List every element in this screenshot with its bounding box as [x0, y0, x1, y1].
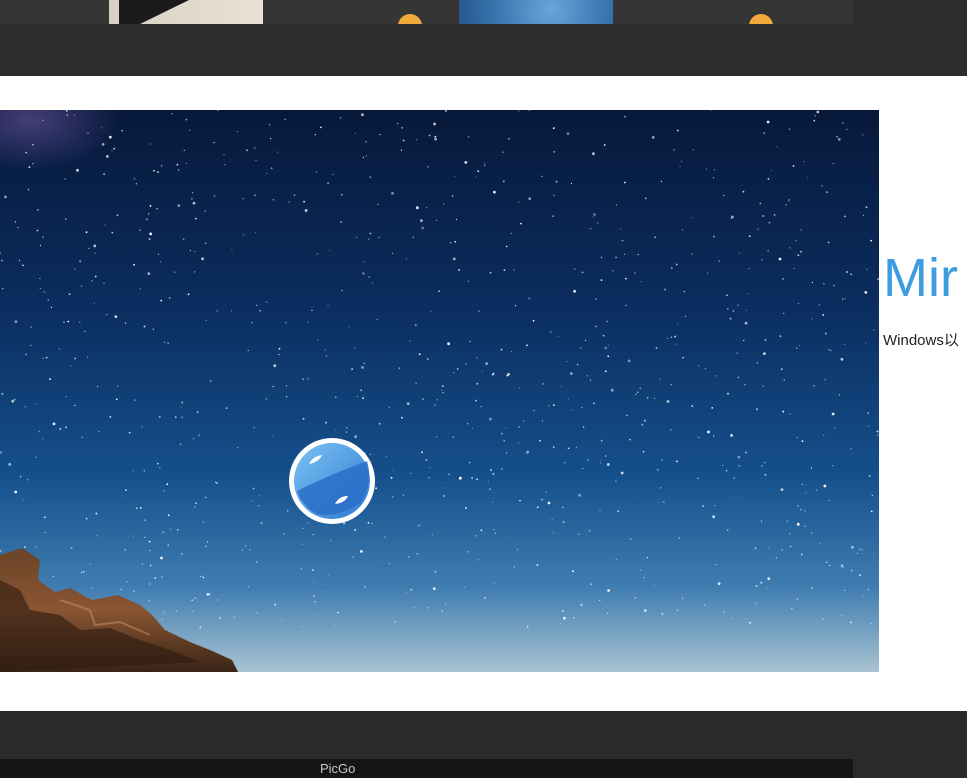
thumbnail-1[interactable]	[109, 0, 263, 24]
window-title-bar[interactable]: PicGo	[0, 759, 853, 778]
orange-bubble-icon	[398, 14, 422, 24]
picgo-planet-icon[interactable]	[287, 436, 377, 526]
hero-description: Windows以	[883, 332, 959, 349]
hero-banner-image	[0, 110, 879, 672]
top-strip	[0, 0, 967, 76]
rock-formation	[0, 548, 238, 672]
thumbnail-row	[0, 0, 853, 24]
window-title: PicGo	[320, 761, 356, 776]
orange-bubble-icon	[749, 14, 773, 24]
thumbnail-1-shape	[119, 0, 189, 24]
hero-title: Mir	[883, 248, 958, 308]
thumbnail-2[interactable]	[459, 0, 613, 24]
